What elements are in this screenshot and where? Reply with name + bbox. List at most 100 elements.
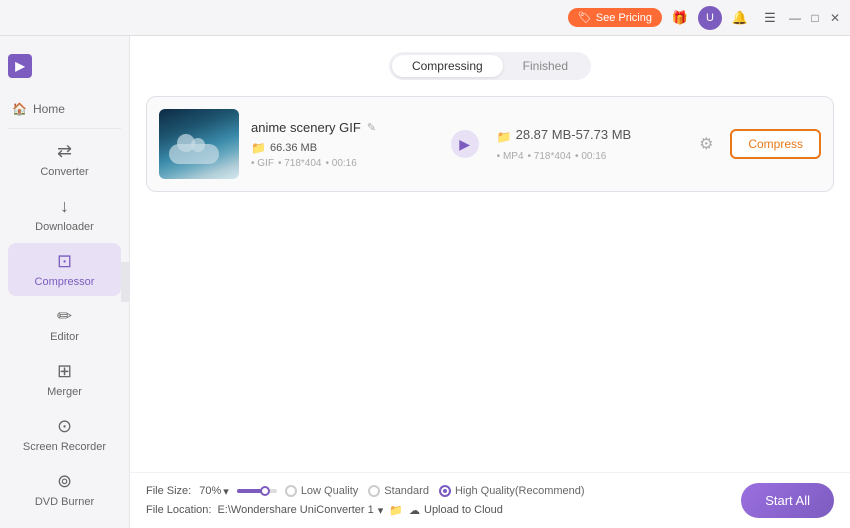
app-logo-icon: ▶ bbox=[8, 54, 32, 78]
compress-button[interactable]: Compress bbox=[730, 129, 821, 159]
maximize-button[interactable]: □ bbox=[808, 11, 822, 25]
upload-cloud-label: Upload to Cloud bbox=[424, 504, 503, 516]
quality-standard-label: Standard bbox=[384, 485, 429, 497]
home-label: Home bbox=[33, 102, 65, 116]
upload-to-cloud-button[interactable]: ☁ Upload to Cloud bbox=[409, 504, 503, 517]
dropdown-arrow-icon: ▾ bbox=[223, 485, 229, 498]
radio-low bbox=[285, 485, 297, 497]
radio-standard bbox=[368, 485, 380, 497]
input-size: 66.36 MB bbox=[270, 142, 317, 154]
tag-icon: 🏷 bbox=[578, 11, 592, 24]
screen-recorder-icon: ⊙ bbox=[57, 416, 72, 437]
start-all-button[interactable]: Start All bbox=[741, 483, 834, 518]
merger-icon: ⊞ bbox=[57, 361, 72, 382]
sidebar-item-screen-recorder[interactable]: ⊙ Screen Recorder bbox=[8, 408, 121, 461]
output-file-info: 📁 28.87 MB-57.73 MB • MP4 • 718*404 • 00… bbox=[497, 127, 679, 162]
input-file-info: anime scenery GIF ✎ 📁 66.36 MB • GIF • 7… bbox=[251, 120, 433, 169]
output-format-tag: • MP4 bbox=[497, 151, 524, 162]
size-value: 70% bbox=[199, 485, 221, 497]
output-file-tags: • MP4 • 718*404 • 00:16 bbox=[497, 151, 679, 162]
close-button[interactable]: ✕ bbox=[828, 11, 842, 25]
output-size-range: 28.87 MB-57.73 MB bbox=[516, 127, 632, 142]
user-avatar[interactable]: U bbox=[698, 6, 722, 30]
input-format-tag: • GIF bbox=[251, 158, 274, 169]
quality-row: File Size: 70% ▾ bbox=[146, 485, 725, 498]
sidebar-item-converter-label: Converter bbox=[40, 166, 88, 178]
cloud-decoration bbox=[169, 144, 219, 164]
quality-slider[interactable] bbox=[237, 489, 277, 493]
file-name-row: anime scenery GIF ✎ bbox=[251, 120, 433, 135]
browse-folder-icon[interactable]: 📁 bbox=[389, 504, 403, 517]
file-name: anime scenery GIF bbox=[251, 120, 361, 135]
bell-icon[interactable]: 🔔 bbox=[728, 6, 752, 30]
arrow-area: ▶ bbox=[445, 130, 485, 158]
tab-finished[interactable]: Finished bbox=[503, 55, 588, 77]
radio-high bbox=[439, 485, 451, 497]
titlebar: 🏷 See Pricing 🎁 U 🔔 ☰ — □ ✕ bbox=[0, 0, 850, 36]
main-content: Compressing Finished anime scenery GIF ✎… bbox=[130, 36, 850, 528]
sidebar-item-dvd-burner-label: DVD Burner bbox=[35, 496, 94, 508]
action-area: ⚙ Compress bbox=[690, 128, 821, 160]
sidebar-item-downloader-label: Downloader bbox=[35, 221, 94, 233]
editor-icon: ✏ bbox=[57, 306, 72, 327]
file-size-label: File Size: bbox=[146, 485, 191, 497]
app-body: ▶ 🏠 Home ⇄ Converter ↓ Downloader ⊡ Comp… bbox=[0, 36, 850, 528]
sidebar-item-compressor-label: Compressor bbox=[35, 276, 95, 288]
input-resolution-tag: • 718*404 bbox=[278, 158, 322, 169]
logo-area: ▶ bbox=[0, 44, 129, 94]
sidebar-item-editor-label: Editor bbox=[50, 331, 79, 343]
sidebar-item-editor[interactable]: ✏ Editor bbox=[8, 298, 121, 351]
location-label: File Location: bbox=[146, 504, 211, 516]
input-duration-tag: • 00:16 bbox=[326, 158, 357, 169]
sidebar-item-dvd-burner[interactable]: ⊚ DVD Burner bbox=[8, 463, 121, 516]
location-row: File Location: E:\Wondershare UniConvert… bbox=[146, 504, 725, 517]
output-file-meta: 📁 28.87 MB-57.73 MB bbox=[497, 127, 679, 148]
slider-thumb bbox=[260, 486, 270, 496]
minimize-button[interactable]: — bbox=[788, 11, 802, 25]
cloud-icon: ☁ bbox=[409, 504, 420, 517]
file-thumbnail bbox=[159, 109, 239, 179]
quality-option-standard[interactable]: Standard bbox=[368, 485, 429, 497]
convert-arrow-icon: ▶ bbox=[451, 130, 479, 158]
converter-icon: ⇄ bbox=[57, 141, 72, 162]
edit-filename-icon[interactable]: ✎ bbox=[367, 121, 376, 134]
bottom-left: File Size: 70% ▾ bbox=[146, 485, 725, 517]
dvd-burner-icon: ⊚ bbox=[57, 471, 72, 492]
quality-option-low[interactable]: Low Quality bbox=[285, 485, 358, 497]
settings-icon-button[interactable]: ⚙ bbox=[690, 128, 722, 160]
sidebar-item-compressor[interactable]: ⊡ Compressor bbox=[8, 243, 121, 296]
sidebar-item-converter[interactable]: ⇄ Converter bbox=[8, 133, 121, 186]
see-pricing-button[interactable]: 🏷 See Pricing bbox=[568, 8, 662, 27]
quality-options: Low Quality Standard High Quality(Recomm… bbox=[285, 485, 585, 497]
sidebar-item-tools[interactable]: ⊟ Tools bbox=[8, 518, 121, 528]
tab-bar: Compressing Finished bbox=[146, 52, 834, 80]
sidebar-divider bbox=[8, 128, 121, 129]
location-dropdown-arrow: ▾ bbox=[378, 504, 384, 517]
file-card: anime scenery GIF ✎ 📁 66.36 MB • GIF • 7… bbox=[146, 96, 834, 192]
home-icon: 🏠 bbox=[12, 102, 27, 116]
logo-graphic: ▶ bbox=[15, 59, 24, 73]
output-duration-tag: • 00:16 bbox=[575, 151, 606, 162]
sidebar-item-merger[interactable]: ⊞ Merger bbox=[8, 353, 121, 406]
input-file-tags: • GIF • 718*404 • 00:16 bbox=[251, 158, 433, 169]
quality-slider-wrapper bbox=[237, 489, 277, 493]
compressor-icon: ⊡ bbox=[57, 251, 72, 272]
sidebar-item-home[interactable]: 🏠 Home bbox=[0, 94, 129, 124]
tab-compressing[interactable]: Compressing bbox=[392, 55, 503, 77]
location-path: E:\Wondershare UniConverter 1 ▾ bbox=[217, 504, 383, 517]
sidebar-item-downloader[interactable]: ↓ Downloader bbox=[8, 188, 121, 241]
menu-icon[interactable]: ☰ bbox=[758, 6, 782, 30]
size-select-dropdown[interactable]: 70% ▾ bbox=[199, 485, 229, 498]
quality-high-label: High Quality(Recommend) bbox=[455, 485, 585, 497]
quality-option-high[interactable]: High Quality(Recommend) bbox=[439, 485, 585, 497]
sidebar-item-merger-label: Merger bbox=[47, 386, 82, 398]
quality-low-label: Low Quality bbox=[301, 485, 358, 497]
bottom-bar: File Size: 70% ▾ bbox=[130, 472, 850, 528]
gift-icon[interactable]: 🎁 bbox=[668, 6, 692, 30]
sidebar-item-screen-recorder-label: Screen Recorder bbox=[23, 441, 106, 453]
location-path-text: E:\Wondershare UniConverter 1 bbox=[217, 504, 373, 516]
input-file-meta: 📁 66.36 MB bbox=[251, 141, 433, 155]
tab-group: Compressing Finished bbox=[389, 52, 591, 80]
output-folder-icon: 📁 bbox=[497, 130, 512, 144]
output-resolution-tag: • 718*404 bbox=[528, 151, 572, 162]
